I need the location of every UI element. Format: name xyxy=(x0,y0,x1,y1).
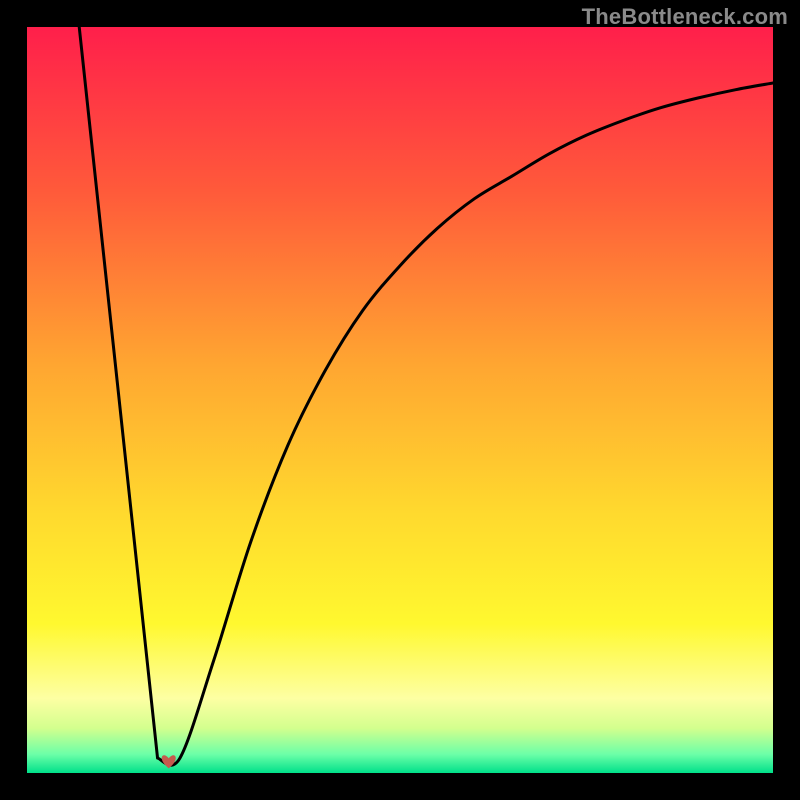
min-heart-icon xyxy=(162,755,176,768)
plot-area xyxy=(27,27,773,773)
curve-layer xyxy=(27,27,773,773)
chart-container: TheBottleneck.com xyxy=(0,0,800,800)
bottleneck-curve xyxy=(79,27,773,765)
watermark-text: TheBottleneck.com xyxy=(582,4,788,30)
